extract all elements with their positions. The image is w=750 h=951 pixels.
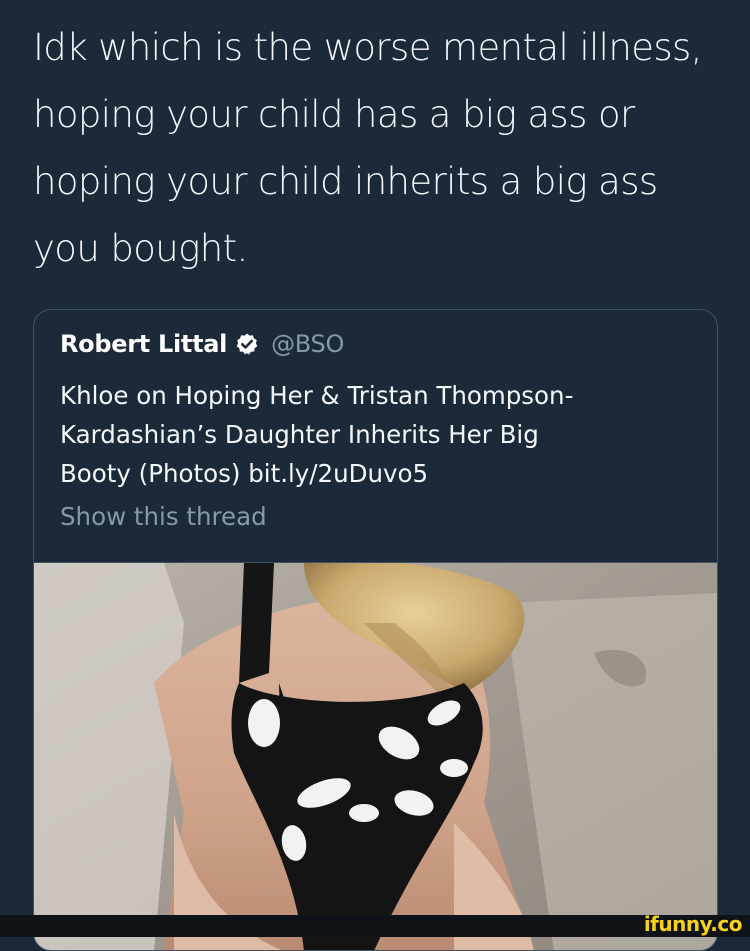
tweet-text-line: hoping your child inherits a big ass [33, 160, 658, 203]
show-thread-link[interactable]: Show this thread [60, 502, 267, 531]
quoted-tweet-text-line: Khloe on Hoping Her & Tristan Thompson- [60, 381, 574, 410]
quoted-tweet-text-line: Booty (Photos) bit.ly/2uDuvo5 [60, 459, 429, 488]
watermark-bar [0, 915, 750, 937]
tweet-media-photo[interactable] [34, 562, 717, 950]
verified-badge-icon [235, 332, 259, 356]
quoted-tweet-header: Robert Littal @BSO [60, 330, 344, 358]
quoted-tweet-text-line: Kardashian’s Daughter Inherits Her Big [60, 420, 539, 449]
tweet-text-line: Idk which is the worse mental illness, [33, 26, 703, 69]
quoted-tweet-text: Khloe on Hoping Her & Tristan Thompson- … [60, 376, 700, 493]
tweet-text-line: you bought. [33, 227, 248, 270]
tweet-text-line: hoping your child has a big ass or [33, 93, 635, 136]
author-handle[interactable]: @BSO [271, 330, 344, 358]
tweet-text: Idk which is the worse mental illness, h… [33, 14, 723, 282]
quoted-tweet-card[interactable]: Robert Littal @BSO Khloe on Hoping Her &… [33, 309, 718, 951]
author-name[interactable]: Robert Littal [60, 330, 227, 358]
photo-image [34, 563, 717, 950]
ifunny-watermark: ifunny.co [643, 912, 743, 936]
